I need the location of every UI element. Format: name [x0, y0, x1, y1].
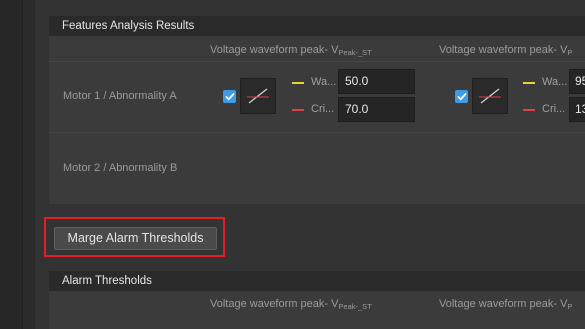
- checkmark-icon: [224, 92, 235, 101]
- column-header-symbol: VP: [560, 298, 573, 311]
- column-header-symbol: VPeak-_ST: [331, 44, 372, 57]
- highlight-box: [44, 217, 225, 257]
- panel-title: Alarm Thresholds: [49, 271, 585, 291]
- column-header-2: Voltage waveform peak- VP: [439, 298, 572, 311]
- column-header-1: Voltage waveform peak- VPeak-_ST: [210, 44, 372, 57]
- warning-legend-line: [292, 82, 304, 84]
- critical-legend-line: [523, 109, 535, 111]
- checkmark-icon: [456, 92, 467, 101]
- column-header-2: Voltage waveform peak- VP: [439, 44, 572, 57]
- enable-checkbox[interactable]: [223, 90, 236, 103]
- column-header-label: Voltage waveform peak-: [439, 298, 558, 310]
- warning-label: Wa...: [311, 76, 337, 88]
- column-header-1: Voltage waveform peak- VPeak-_ST: [210, 298, 372, 311]
- column-header-label: Voltage waveform peak-: [210, 298, 329, 310]
- warning-legend-line: [523, 82, 535, 84]
- row-label-motor-2: Motor 2 / Abnormality B: [63, 162, 178, 174]
- enable-checkbox[interactable]: [455, 90, 468, 103]
- warning-threshold-input[interactable]: 95: [569, 69, 585, 94]
- main-content: Features Analysis Results Voltage wavefo…: [35, 0, 585, 329]
- column-header-symbol: VPeak-_ST: [331, 298, 372, 311]
- warning-threshold-input[interactable]: 50.0: [338, 69, 415, 94]
- waveform-thumbnail-icon[interactable]: [240, 78, 276, 114]
- left-rail: [0, 0, 23, 329]
- column-header-symbol: VP: [560, 44, 573, 57]
- features-analysis-panel: Features Analysis Results Voltage wavefo…: [49, 16, 585, 204]
- critical-label: Cri...: [311, 103, 335, 115]
- critical-threshold-input[interactable]: 70.0: [338, 97, 415, 122]
- critical-legend-line: [292, 109, 304, 111]
- alarm-thresholds-panel: Alarm Thresholds Voltage waveform peak- …: [49, 271, 585, 329]
- critical-label: Cri...: [542, 103, 566, 115]
- row-divider: [49, 61, 585, 62]
- row-label-motor-1: Motor 1 / Abnormality A: [63, 90, 177, 102]
- column-header-label: Voltage waveform peak-: [439, 44, 558, 56]
- panel-title: Features Analysis Results: [49, 16, 585, 36]
- row-divider: [49, 132, 585, 133]
- warning-label: Wa...: [542, 76, 568, 88]
- waveform-thumbnail-icon[interactable]: [472, 78, 508, 114]
- critical-threshold-input[interactable]: 13: [569, 97, 585, 122]
- column-header-label: Voltage waveform peak-: [210, 44, 329, 56]
